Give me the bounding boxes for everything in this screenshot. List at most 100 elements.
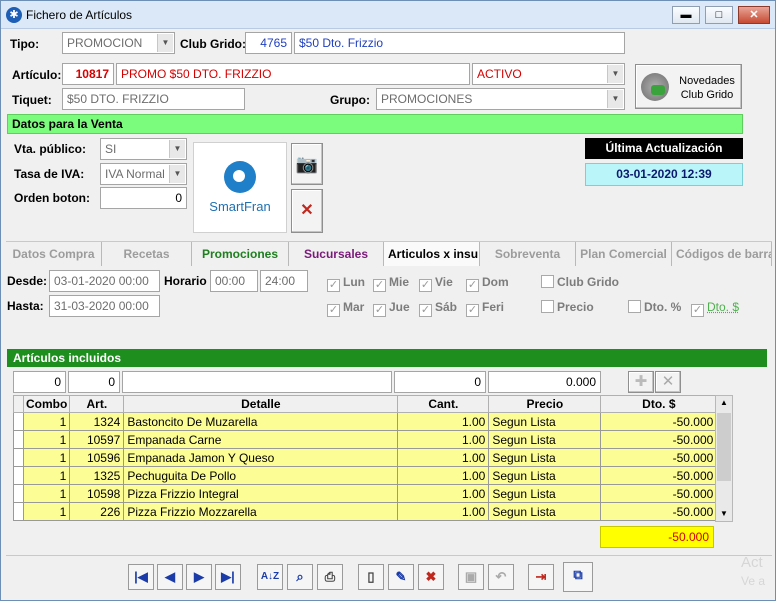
desde-field[interactable]: 03-01-2020 00:00	[49, 270, 160, 292]
club-grido-desc-field[interactable]: $50 Dto. Frizzio	[294, 32, 625, 54]
chevron-down-icon[interactable]: ▼	[169, 165, 185, 183]
sort-button[interactable]: A↓Z	[257, 564, 283, 590]
tiquet-field[interactable]: $50 DTO. FRIZZIO	[62, 88, 245, 110]
checkbox-dto-pct[interactable]: Dto. %	[628, 300, 681, 314]
edit-button[interactable]: ✎	[388, 564, 414, 590]
horario-from-field[interactable]: 00:00	[210, 270, 258, 292]
check-icon: ✓	[373, 279, 386, 292]
tab-plan-comercial[interactable]: Plan Comercial	[576, 242, 672, 266]
vta-publico-label: Vta. público:	[14, 142, 86, 156]
tasa-iva-value: IVA Normal	[105, 167, 165, 181]
new-button[interactable]: ▯	[358, 564, 384, 590]
exit-button[interactable]: ⇥	[528, 564, 554, 590]
smartfran-logo-text: SmartFran	[209, 199, 271, 214]
close-button[interactable]: ✕	[738, 6, 770, 24]
tab-datos-compra[interactable]: Datos Compra	[6, 242, 102, 266]
entry-detalle-field[interactable]	[122, 371, 392, 393]
chevron-down-icon[interactable]: ▼	[157, 34, 173, 52]
checkbox-lun[interactable]: ✓ Lun	[327, 275, 365, 292]
chevron-down-icon[interactable]: ▼	[607, 90, 623, 108]
add-row-button[interactable]: ✚	[628, 371, 654, 393]
table-row[interactable]: 1 10597 Empanada Carne 1.00 Segun Lista -50.0…	[13, 430, 718, 449]
column-header[interactable]: Combo	[22, 395, 71, 413]
table-row[interactable]: 1 10596 Empanada Jamon Y Queso 1.00 Segun Li…	[13, 448, 718, 467]
vta-publico-select[interactable]: SI ▼	[100, 138, 187, 160]
table-row[interactable]: 1 1325 Pechuguita De Pollo 1.00 Segun Lista -…	[13, 466, 718, 485]
desde-label: Desde:	[7, 274, 48, 288]
estado-select[interactable]: ACTIVO ▼	[472, 63, 625, 85]
entry-combo-field[interactable]: 0	[13, 371, 66, 393]
search-button[interactable]: ⌕	[287, 564, 313, 590]
hasta-label: Hasta:	[7, 299, 44, 313]
novedades-club-grido-button[interactable]: Novedades Club Grido	[635, 64, 742, 109]
column-header[interactable]: Dto. $	[600, 395, 718, 413]
cloud-sync-icon	[641, 73, 669, 101]
scrollbar-thumb[interactable]	[717, 413, 731, 481]
tab-articulos-x-insumo[interactable]: Articulos x insu	[384, 242, 480, 266]
table-scrollbar[interactable]: ▲ ▼	[715, 395, 733, 522]
checkbox-club-grido[interactable]: Club Grido	[541, 275, 619, 289]
tasa-iva-select[interactable]: IVA Normal ▼	[100, 163, 187, 185]
articulo-code-field[interactable]: 10817	[62, 63, 114, 85]
last-record-button[interactable]: ▶|	[215, 564, 241, 590]
orden-boton-label: Orden boton:	[14, 191, 90, 205]
tab-promociones[interactable]: Promociones	[192, 242, 289, 266]
checkbox-vie[interactable]: ✓ Vie	[419, 275, 453, 292]
tab-codigos-barra[interactable]: Códigos de barra	[672, 242, 772, 266]
table-row[interactable]: 1 10598 Pizza Frizzio Integral 1.00 Segun Li…	[13, 484, 718, 503]
articulos-table: Combo Art. Detalle Cant. Precio Dto. $ 1…	[13, 395, 718, 521]
chevron-down-icon[interactable]: ▼	[716, 507, 732, 521]
next-record-button[interactable]: ▶	[186, 564, 212, 590]
column-header[interactable]: Art.	[69, 395, 125, 413]
camera-icon: 📷	[295, 154, 319, 174]
table-row[interactable]: 1 226 Pizza Frizzio Mozzarella 1.00 Segun Li…	[13, 502, 718, 521]
chevron-down-icon[interactable]: ▼	[169, 140, 185, 158]
new-document-icon: ▯	[367, 569, 375, 584]
column-header[interactable]: Precio	[488, 395, 602, 413]
title-bar: ✱ Fichero de Artículos ▬ □ ✕	[1, 1, 775, 29]
tab-sobreventa[interactable]: Sobreventa	[480, 242, 576, 266]
delete-image-button[interactable]: ✕	[291, 189, 323, 233]
remove-row-button[interactable]: ✕	[655, 371, 681, 393]
prev-record-button[interactable]: ◀	[157, 564, 183, 590]
tipo-select[interactable]: PROMOCION ▼	[62, 32, 175, 54]
save-button[interactable]: ▣	[458, 564, 484, 590]
novedades-line1: Novedades	[679, 75, 735, 87]
datos-venta-header: Datos para la Venta	[7, 114, 743, 134]
table-row[interactable]: 1 1324 Bastoncito De Muzarella 1.00 Segun Li…	[13, 412, 718, 431]
checkbox-dom[interactable]: ✓ Dom	[466, 275, 509, 292]
club-grido-code-field[interactable]: 4765	[245, 32, 292, 54]
column-header[interactable]: Cant.	[397, 395, 490, 413]
camera-button[interactable]: 📷	[291, 143, 323, 185]
checkbox-feri[interactable]: ✓ Feri	[466, 300, 504, 317]
tab-recetas[interactable]: Recetas	[102, 242, 192, 266]
minimize-button[interactable]: ▬	[672, 6, 700, 24]
delete-button[interactable]: ✖	[418, 564, 444, 590]
checkbox-jue[interactable]: ✓ Jue	[373, 300, 410, 317]
entry-precio-field[interactable]: 0.000	[488, 371, 601, 393]
undo-button[interactable]: ↶	[488, 564, 514, 590]
orden-boton-field[interactable]: 0	[100, 187, 187, 209]
entry-art-field[interactable]: 0	[68, 371, 120, 393]
hasta-field[interactable]: 31-03-2020 00:00	[49, 295, 160, 317]
printer-icon: ⎙	[324, 569, 336, 584]
tab-sucursales[interactable]: Sucursales	[289, 242, 384, 266]
checkbox-precio[interactable]: Precio	[541, 300, 594, 314]
checkbox-sab[interactable]: ✓ Sáb	[419, 300, 457, 317]
horario-to-field[interactable]: 24:00	[260, 270, 308, 292]
chevron-up-icon[interactable]: ▲	[716, 396, 732, 410]
print-button[interactable]: ⎙	[317, 564, 343, 590]
check-icon: ✓	[419, 279, 432, 292]
checkbox-mie[interactable]: ✓ Mie	[373, 275, 409, 292]
grupo-select[interactable]: PROMOCIONES ▼	[376, 88, 625, 110]
column-header[interactable]: Detalle	[123, 395, 399, 413]
first-record-button[interactable]: |◀	[128, 564, 154, 590]
checkbox-dto-money[interactable]: ✓ Dto. $	[691, 300, 739, 317]
chevron-down-icon[interactable]: ▼	[607, 65, 623, 83]
maximize-button[interactable]: □	[705, 6, 733, 24]
articulo-desc-field[interactable]: PROMO $50 DTO. FRIZZIO	[116, 63, 470, 85]
grupo-value: PROMOCIONES	[381, 92, 473, 106]
checkbox-mar[interactable]: ✓ Mar	[327, 300, 364, 317]
window-mode-button[interactable]: ⧉	[563, 562, 593, 592]
entry-cant-field[interactable]: 0	[394, 371, 486, 393]
